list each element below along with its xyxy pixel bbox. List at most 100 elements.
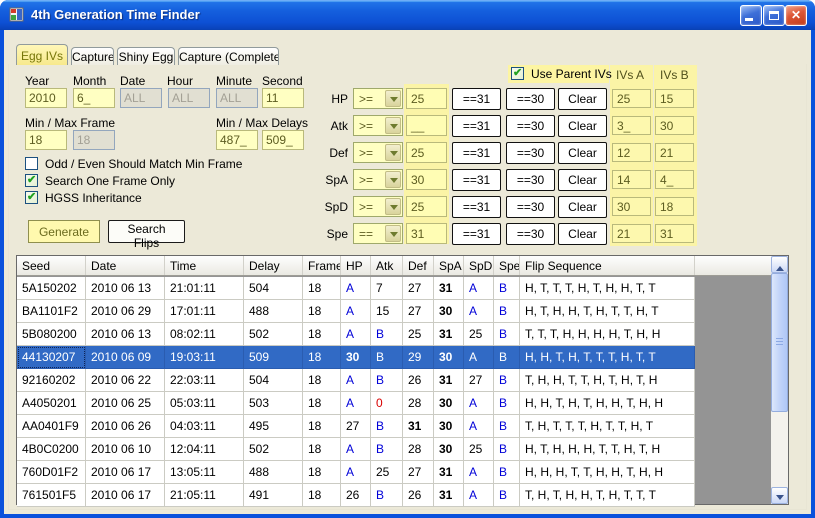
cell-flips[interactable]: H, T, T, T, H, T, H, H, T, T	[520, 277, 695, 300]
iv-b-input-def[interactable]: 21	[655, 143, 694, 162]
stat-op-select-hp[interactable]: >=	[353, 88, 403, 109]
set-30-button-atk[interactable]: ==30	[506, 115, 555, 137]
dropdown-button[interactable]	[385, 90, 401, 107]
cell-delay[interactable]: 509	[244, 346, 303, 369]
iv-b-input-spe[interactable]: 31	[655, 224, 694, 243]
cell-time[interactable]: 21:05:11	[165, 484, 244, 507]
cell-date[interactable]: 2010 06 13	[86, 277, 165, 300]
cell-seed[interactable]: BA1101F2	[17, 300, 86, 323]
year-input[interactable]	[25, 88, 67, 108]
cell-spd[interactable]: 25	[464, 323, 494, 346]
cell-spa[interactable]: 31	[434, 484, 464, 507]
vertical-scrollbar[interactable]	[771, 256, 788, 504]
cell-def[interactable]: 26	[403, 369, 434, 392]
set-31-button-hp[interactable]: ==31	[452, 88, 501, 110]
set-30-button-spd[interactable]: ==30	[506, 196, 555, 218]
column-header-date[interactable]: Date	[86, 256, 165, 275]
column-header-spe[interactable]: Spe	[494, 256, 520, 275]
cell-seed[interactable]: 761501F5	[17, 484, 86, 507]
cell-def[interactable]: 27	[403, 300, 434, 323]
cell-flips[interactable]: H, H, T, H, T, H, H, T, H, H	[520, 392, 695, 415]
cell-time[interactable]: 17:01:11	[165, 300, 244, 323]
cell-seed[interactable]: 4B0C0200	[17, 438, 86, 461]
tab-capture[interactable]: Capture	[71, 47, 114, 65]
cell-time[interactable]: 22:03:11	[165, 369, 244, 392]
column-header-atk[interactable]: Atk	[371, 256, 403, 275]
cell-seed[interactable]: A4050201	[17, 392, 86, 415]
cell-delay[interactable]: 502	[244, 438, 303, 461]
cell-delay[interactable]: 491	[244, 484, 303, 507]
dropdown-button[interactable]	[385, 117, 401, 134]
cell-atk[interactable]: 15	[371, 300, 403, 323]
cell-frame[interactable]: 18	[303, 392, 341, 415]
tab-shiny-egg[interactable]: Shiny Egg	[117, 47, 175, 65]
column-header-frame[interactable]: Frame	[303, 256, 341, 275]
clear-button-def[interactable]: Clear	[558, 142, 607, 164]
iv-b-input-spa[interactable]: 4_	[655, 170, 694, 189]
cell-spe[interactable]: B	[494, 277, 520, 300]
cell-atk[interactable]: B	[371, 323, 403, 346]
cell-def[interactable]: 27	[403, 461, 434, 484]
cell-frame[interactable]: 18	[303, 484, 341, 507]
cell-spa[interactable]: 31	[434, 277, 464, 300]
cell-time[interactable]: 19:03:11	[165, 346, 244, 369]
cell-date[interactable]: 2010 06 10	[86, 438, 165, 461]
cell-atk[interactable]: B	[371, 415, 403, 438]
cell-date[interactable]: 2010 06 25	[86, 392, 165, 415]
scroll-down-button[interactable]	[771, 487, 788, 504]
cell-frame[interactable]: 18	[303, 438, 341, 461]
cell-spe[interactable]: B	[494, 346, 520, 369]
table-row[interactable]: 5A1502022010 06 1321:01:1150418A72731ABH…	[17, 277, 695, 300]
stat-op-select-spa[interactable]: >=	[353, 169, 403, 190]
cell-time[interactable]: 05:03:11	[165, 392, 244, 415]
cell-delay[interactable]: 504	[244, 277, 303, 300]
cell-hp[interactable]: A	[341, 323, 371, 346]
cell-time[interactable]: 12:04:11	[165, 438, 244, 461]
cell-spd[interactable]: 27	[464, 369, 494, 392]
cell-spd[interactable]: A	[464, 461, 494, 484]
iv-a-input-def[interactable]: 12	[612, 143, 651, 162]
cell-delay[interactable]: 488	[244, 461, 303, 484]
set-31-button-spd[interactable]: ==31	[452, 196, 501, 218]
column-header-spa[interactable]: SpA	[434, 256, 464, 275]
cell-spa[interactable]: 30	[434, 438, 464, 461]
cell-def[interactable]: 28	[403, 438, 434, 461]
cell-spe[interactable]: B	[494, 300, 520, 323]
second-input[interactable]	[262, 88, 304, 108]
cell-spa[interactable]: 30	[434, 346, 464, 369]
cell-flips[interactable]: T, T, T, H, H, H, H, T, H, H	[520, 323, 695, 346]
stat-op-select-spe[interactable]: ==	[353, 223, 403, 244]
clear-button-hp[interactable]: Clear	[558, 88, 607, 110]
stat-op-select-def[interactable]: >=	[353, 142, 403, 163]
cell-date[interactable]: 2010 06 17	[86, 461, 165, 484]
cell-spe[interactable]: B	[494, 484, 520, 507]
set-30-button-spa[interactable]: ==30	[506, 169, 555, 191]
cell-def[interactable]: 31	[403, 415, 434, 438]
cell-spe[interactable]: B	[494, 461, 520, 484]
iv-a-input-atk[interactable]: 3_	[612, 116, 651, 135]
cell-spe[interactable]: B	[494, 438, 520, 461]
iv-a-input-spe[interactable]: 21	[612, 224, 651, 243]
cell-flips[interactable]: T, H, T, T, T, H, T, T, H, T	[520, 415, 695, 438]
cell-spa[interactable]: 30	[434, 415, 464, 438]
table-row[interactable]: 441302072010 06 0919:03:115091830B2930AB…	[17, 346, 695, 369]
stat-value-input-hp[interactable]: 25	[406, 88, 447, 109]
iv-b-input-spd[interactable]: 18	[655, 197, 694, 216]
cell-date[interactable]: 2010 06 26	[86, 415, 165, 438]
cell-delay[interactable]: 503	[244, 392, 303, 415]
cell-def[interactable]: 28	[403, 392, 434, 415]
min-frame-input[interactable]	[25, 130, 67, 150]
cell-atk[interactable]: 25	[371, 461, 403, 484]
cell-hp[interactable]: A	[341, 300, 371, 323]
iv-b-input-hp[interactable]: 15	[655, 89, 694, 108]
cell-delay[interactable]: 504	[244, 369, 303, 392]
titlebar[interactable]: 4th Generation Time Finder ✕	[0, 0, 815, 30]
cell-flips[interactable]: T, H, T, H, H, T, H, T, T, T	[520, 484, 695, 507]
cell-date[interactable]: 2010 06 17	[86, 484, 165, 507]
cell-frame[interactable]: 18	[303, 323, 341, 346]
cell-atk[interactable]: 7	[371, 277, 403, 300]
cell-frame[interactable]: 18	[303, 415, 341, 438]
stat-value-input-def[interactable]: 25	[406, 142, 447, 163]
iv-b-input-atk[interactable]: 30	[655, 116, 694, 135]
set-31-button-def[interactable]: ==31	[452, 142, 501, 164]
